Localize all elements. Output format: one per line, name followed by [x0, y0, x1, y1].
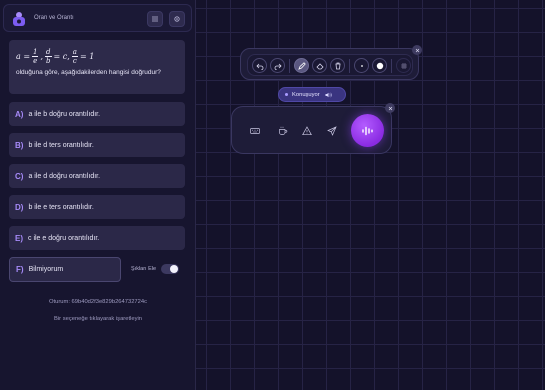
clear-button[interactable] — [330, 58, 345, 73]
app-title: Oran ve Orantı — [34, 15, 74, 21]
keyboard-button[interactable] — [248, 124, 262, 138]
header-bar: Oran ve Orantı — [3, 4, 192, 32]
voice-panel — [231, 106, 392, 154]
option-a-letter: A) — [15, 109, 24, 119]
fraction-3-numerator: a — [71, 47, 78, 57]
hint-text: Bir seçeneğe tıklayarak işaretleyin — [54, 316, 142, 322]
shuffle-toggle[interactable] — [161, 264, 179, 274]
option-b-letter: B) — [15, 140, 24, 150]
toolbar-close-button[interactable] — [412, 45, 422, 55]
pen-button[interactable] — [294, 58, 309, 73]
option-c-text: a ile d doğru orantılıdır. — [28, 172, 101, 180]
small-dot-icon — [360, 64, 363, 67]
redo-icon — [274, 63, 282, 70]
menu-icon — [152, 16, 158, 22]
fraction-2: db — [45, 47, 52, 65]
toolbar-divider — [289, 59, 290, 73]
fraction-3: ac — [71, 47, 78, 65]
mic-button[interactable] — [351, 114, 384, 147]
report-button[interactable] — [300, 124, 314, 138]
toolbar-inner — [247, 54, 413, 76]
option-e[interactable]: E) c ile e doğru orantılıdır. — [9, 226, 185, 250]
shuffle-label: Şıkları Ele — [131, 266, 157, 272]
option-c-letter: C) — [15, 171, 24, 181]
fraction-2-denominator: b — [46, 56, 51, 65]
question-card: a = 1e , db = c, ac = 1 olduğuna göre, a… — [9, 40, 185, 94]
eraser-icon — [315, 62, 324, 69]
menu-button[interactable] — [147, 11, 163, 27]
mic-icon — [361, 126, 373, 135]
logo-icon — [13, 12, 25, 26]
status-dot — [285, 93, 288, 96]
keyboard-icon — [250, 128, 260, 134]
option-unknown-letter: F) — [16, 265, 24, 274]
speaking-label: Konuşuyor — [292, 91, 320, 98]
formula-prefix: a = — [16, 51, 31, 61]
option-a-text: a ile b doğru orantılıdır. — [28, 110, 101, 118]
warning-icon — [302, 126, 312, 136]
option-d[interactable]: D) b ile e ters orantılıdır. — [9, 195, 185, 219]
large-brush-button[interactable] — [372, 58, 387, 73]
option-b[interactable]: B) b ile d ters orantılıdır. — [9, 133, 185, 157]
large-dot-icon — [376, 62, 383, 69]
volume-icon — [325, 92, 332, 97]
break-button[interactable] — [276, 124, 290, 138]
close-icon — [388, 106, 392, 110]
question-formula: a = 1e , db = c, ac = 1 — [16, 45, 178, 67]
close-icon — [415, 48, 419, 52]
gear-icon — [174, 16, 180, 22]
fraction-3-denominator: c — [72, 56, 77, 65]
coffee-icon — [279, 126, 288, 135]
option-c[interactable]: C) a ile d doğru orantılıdır. — [9, 164, 185, 188]
formula-middle: = c, — [53, 51, 70, 61]
toolbar-divider — [349, 59, 350, 73]
option-d-letter: D) — [15, 202, 24, 212]
fraction-2-numerator: d — [45, 47, 52, 57]
speaking-status: Konuşuyor — [278, 87, 346, 102]
option-unknown-text: Bilmiyorum — [28, 266, 64, 273]
option-e-text: c ile e doğru orantılıdır. — [28, 234, 100, 242]
question-text: olduğuna göre, aşağıdakilerden hangisi d… — [16, 69, 161, 76]
pen-icon — [297, 61, 306, 70]
trash-icon — [335, 62, 340, 69]
left-panel: Oran ve Orantı a = 1e , db = c, ac = 1 o… — [0, 0, 196, 390]
redo-button[interactable] — [270, 58, 285, 73]
toggle-knob — [170, 265, 178, 273]
send-icon — [327, 126, 337, 136]
small-brush-button[interactable] — [354, 58, 369, 73]
send-button[interactable] — [325, 124, 339, 138]
fraction-1-denominator: e — [33, 56, 38, 65]
eraser-button[interactable] — [312, 58, 327, 73]
option-e-letter: E) — [15, 233, 23, 243]
option-unknown[interactable]: F) Bilmiyorum — [9, 257, 121, 282]
session-id: Oturum: 69b40d2f3e829b264732724c — [49, 299, 147, 305]
formula-suffix: = 1 — [79, 51, 95, 61]
fraction-1-numerator: 1 — [32, 47, 39, 57]
fraction-1: 1e — [32, 47, 39, 65]
drawing-toolbar — [240, 48, 419, 80]
undo-button[interactable] — [252, 58, 267, 73]
grid-button[interactable] — [396, 58, 411, 73]
option-d-text: b ile e ters orantılıdır. — [28, 203, 94, 211]
grid-icon — [400, 62, 407, 69]
formula-separator: , — [40, 51, 44, 61]
settings-button[interactable] — [169, 11, 185, 27]
option-a[interactable]: A) a ile b doğru orantılıdır. — [9, 102, 185, 126]
undo-icon — [255, 63, 263, 70]
toolbar-divider — [391, 59, 392, 73]
option-b-text: b ile d ters orantılıdır. — [28, 141, 94, 149]
voice-close-button[interactable] — [385, 103, 395, 113]
